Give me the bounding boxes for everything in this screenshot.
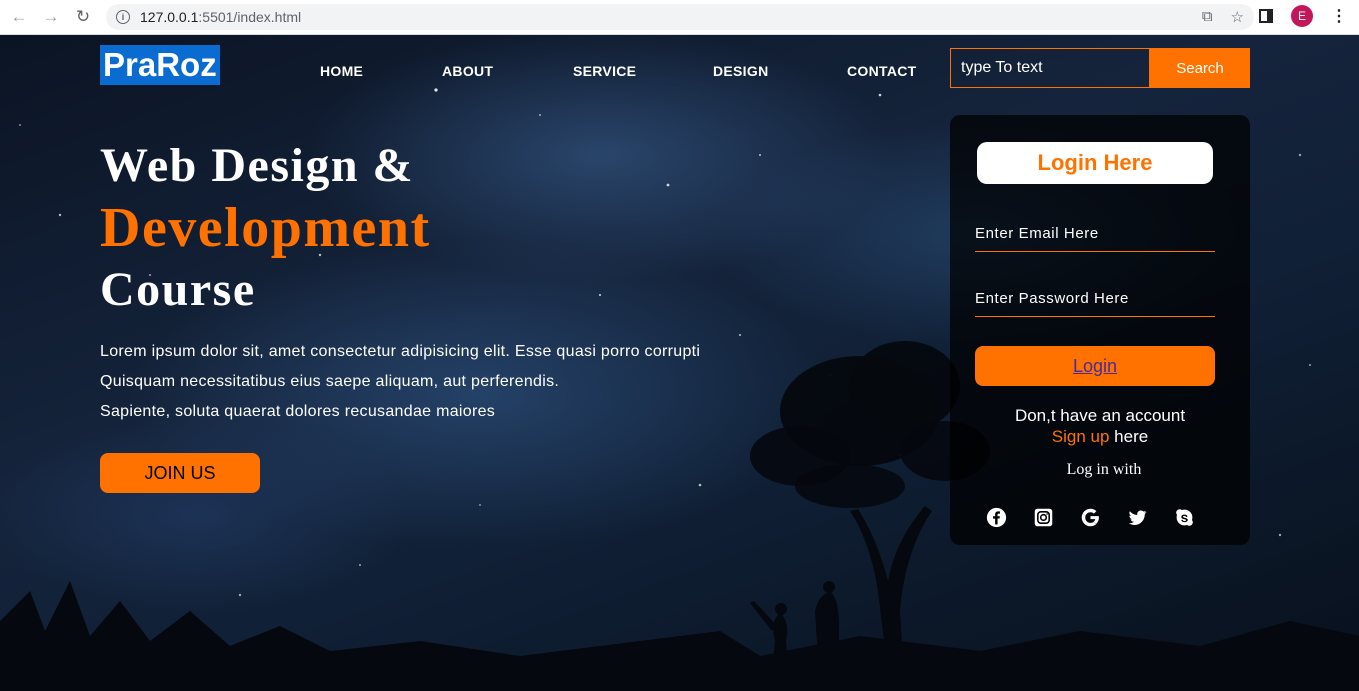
nav-design[interactable]: DESIGN — [713, 63, 768, 79]
side-panel-icon[interactable] — [1259, 9, 1273, 23]
hero-title-line1: Web Design & — [100, 139, 415, 192]
skype-icon[interactable] — [1174, 507, 1195, 528]
hero-section: Web Design & Development Course Lorem ip… — [100, 135, 700, 427]
twitter-icon[interactable] — [1127, 507, 1148, 528]
forward-icon[interactable]: → — [40, 6, 62, 28]
social-login-icons — [986, 507, 1195, 528]
site-info-icon[interactable]: i — [116, 10, 130, 24]
search-input[interactable] — [950, 48, 1150, 88]
reload-icon[interactable]: ↻ — [72, 6, 94, 28]
profile-avatar[interactable]: E — [1291, 5, 1313, 27]
nav-about[interactable]: ABOUT — [442, 63, 493, 79]
hero-paragraph-line: Lorem ipsum dolor sit, amet consectetur … — [100, 343, 701, 360]
nav-service[interactable]: SERVICE — [573, 63, 636, 79]
login-panel: Login Here Login Don,t have an account S… — [950, 115, 1250, 545]
login-with-label: Log in with — [1066, 461, 1142, 478]
hero-paragraph-line: Quisquam necessitatibus eius saepe aliqu… — [100, 373, 560, 390]
join-us-button[interactable]: JOIN US — [100, 453, 260, 493]
no-account-text: Don,t have an account — [1014, 406, 1186, 425]
search-button[interactable]: Search — [1150, 48, 1250, 88]
hero-paragraph: Lorem ipsum dolor sit, amet consectetur … — [100, 337, 700, 427]
page-viewport: PraRoz HOME ABOUT SERVICE DESIGN CONTACT… — [0, 35, 1359, 691]
hero-title-line2: Development — [100, 197, 431, 259]
facebook-icon[interactable] — [986, 507, 1007, 528]
hero-title-line3: Course — [100, 263, 256, 316]
address-bar[interactable]: i 127.0.0.1:5501/index.html ⧉ ☆ — [106, 4, 1254, 30]
signup-prompt: Don,t have an account Sign up here — [950, 405, 1250, 447]
bookmark-star-icon[interactable]: ☆ — [1231, 8, 1244, 26]
hero-paragraph-line: Sapiente, soluta quaerat dolores recusan… — [100, 403, 496, 420]
url-text[interactable]: 127.0.0.1:5501/index.html — [140, 9, 301, 25]
login-title: Login Here — [977, 142, 1213, 184]
email-field[interactable] — [975, 216, 1215, 252]
signup-suffix: here — [1109, 427, 1149, 446]
site-logo[interactable]: PraRoz — [100, 45, 220, 85]
signup-link[interactable]: Sign up — [1052, 427, 1110, 446]
share-icon[interactable]: ⧉ — [1202, 8, 1213, 26]
google-icon[interactable] — [1080, 507, 1101, 528]
back-icon[interactable]: ← — [8, 6, 30, 28]
browser-toolbar: ← → ↻ i 127.0.0.1:5501/index.html ⧉ ☆ E … — [0, 0, 1359, 35]
password-field[interactable] — [975, 281, 1215, 317]
nav-home[interactable]: HOME — [320, 63, 363, 79]
instagram-icon[interactable] — [1033, 507, 1054, 528]
nav-contact[interactable]: CONTACT — [847, 63, 917, 79]
login-button[interactable]: Login — [975, 346, 1215, 386]
menu-kebab-icon[interactable]: ⋮ — [1331, 6, 1347, 26]
